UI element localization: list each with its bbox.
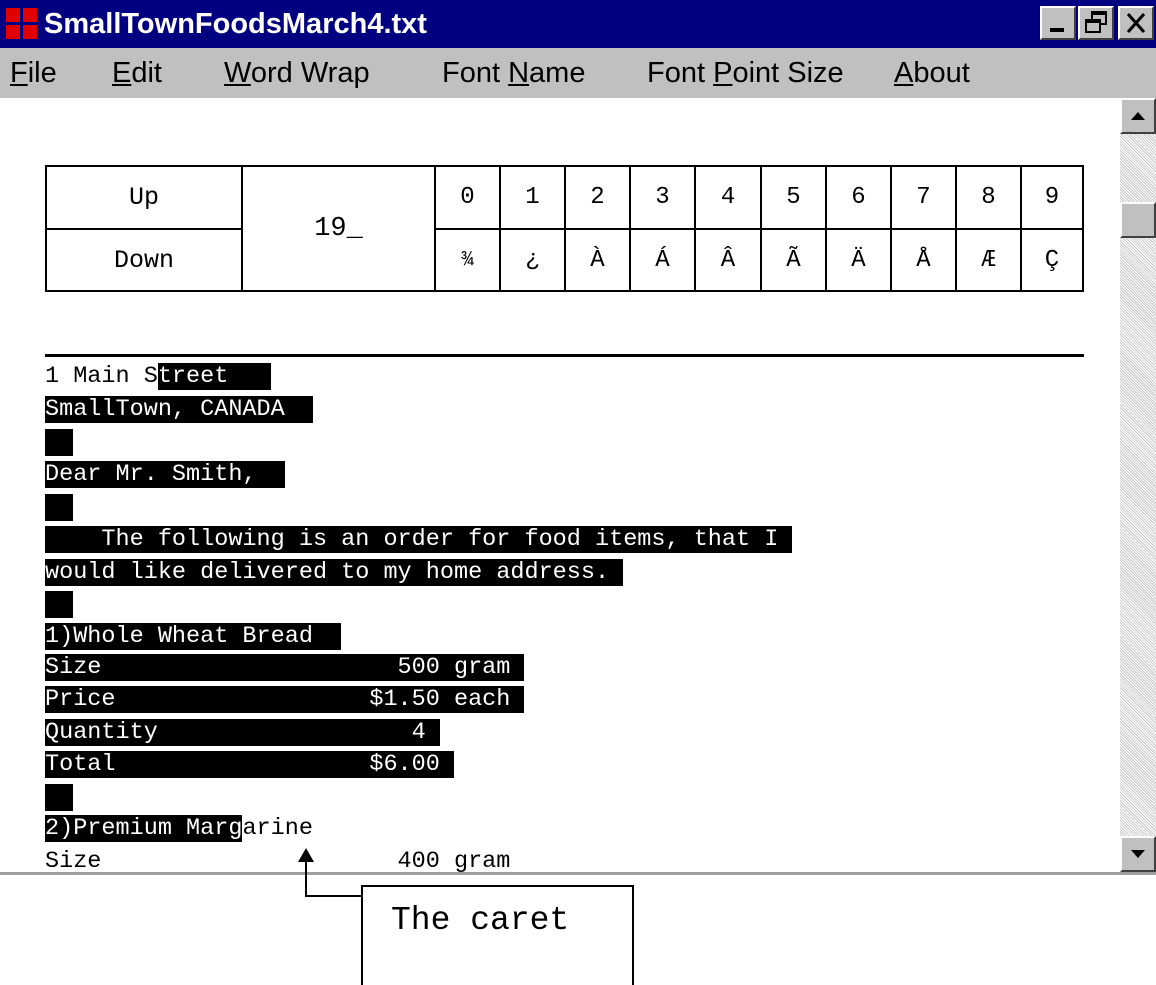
- menu-file[interactable]: File: [10, 56, 57, 90]
- keypad-table: Up Down 19_ 0 1 2 3 4 5 6 7 8 9 ¾ ¿ À Á …: [45, 165, 1084, 292]
- keypad-digit[interactable]: 7: [892, 167, 955, 228]
- keypad-char[interactable]: Ä: [827, 230, 890, 290]
- restore-icon: [1085, 11, 1107, 33]
- menu-word-wrap[interactable]: Word Wrap: [224, 56, 370, 90]
- close-button[interactable]: [1118, 6, 1154, 40]
- keypad-char[interactable]: Ç: [1022, 230, 1082, 290]
- keypad-char[interactable]: ¿: [501, 230, 564, 290]
- minimize-button[interactable]: [1040, 6, 1076, 40]
- vertical-scrollbar[interactable]: [1120, 98, 1156, 872]
- keypad-digit[interactable]: 2: [566, 167, 629, 228]
- menu-edit[interactable]: Edit: [112, 56, 162, 90]
- keypad-digit[interactable]: 8: [957, 167, 1020, 228]
- keypad-up-button[interactable]: Up: [47, 167, 241, 228]
- text-line[interactable]: SmallTown, CANADA: [45, 395, 313, 425]
- text-line[interactable]: 2)Premium Margarine: [45, 814, 313, 844]
- text-line[interactable]: Size 400 gram: [45, 847, 510, 872]
- keypad-char[interactable]: ¾: [436, 230, 499, 290]
- separator-line: [45, 354, 1084, 357]
- text-line[interactable]: Total $6.00: [45, 750, 454, 780]
- menu-bar: File Edit Word Wrap Font Name Font Point…: [0, 48, 1156, 98]
- close-icon: [1126, 13, 1146, 33]
- menu-about[interactable]: About: [894, 56, 970, 90]
- text-line[interactable]: 1)Whole Wheat Bread: [45, 622, 342, 652]
- title-bar[interactable]: SmallTownFoodsMarch4.txt: [0, 0, 1156, 48]
- text-line[interactable]: [45, 428, 74, 458]
- app-icon[interactable]: [6, 8, 38, 40]
- keypad-char[interactable]: Å: [892, 230, 955, 290]
- text-line[interactable]: [45, 590, 74, 620]
- text-line[interactable]: Quantity 4: [45, 718, 440, 748]
- keypad-char[interactable]: À: [566, 230, 629, 290]
- keypad-digit[interactable]: 9: [1022, 167, 1082, 228]
- menu-font-point-size[interactable]: Font Point Size: [647, 56, 844, 90]
- keypad-char[interactable]: Ã: [762, 230, 825, 290]
- scroll-up-button[interactable]: [1120, 98, 1156, 134]
- arrow-up-icon: [1131, 112, 1145, 120]
- keypad-down-button[interactable]: Down: [47, 230, 241, 290]
- keypad-digit[interactable]: 3: [631, 167, 694, 228]
- menu-font-name[interactable]: Font Name: [442, 56, 585, 90]
- keypad-code-entry: 19_: [314, 213, 363, 244]
- keypad-digit[interactable]: 1: [501, 167, 564, 228]
- callout-arrow: [298, 848, 362, 897]
- text-line[interactable]: The following is an order for food items…: [45, 525, 793, 555]
- keypad-char[interactable]: Æ: [957, 230, 1020, 290]
- keypad-char[interactable]: Á: [631, 230, 694, 290]
- text-line[interactable]: [45, 783, 74, 813]
- text-line[interactable]: 1 Main Street: [45, 362, 271, 392]
- caret-callout: The caret: [361, 885, 634, 985]
- keypad-char[interactable]: Â: [696, 230, 760, 290]
- window-bottom-edge: [0, 872, 1156, 875]
- keypad-digit[interactable]: 5: [762, 167, 825, 228]
- keypad-digit[interactable]: 4: [696, 167, 760, 228]
- text-line[interactable]: [45, 493, 74, 523]
- minimize-icon: [1050, 28, 1064, 32]
- scroll-thumb[interactable]: [1120, 202, 1156, 238]
- document-area[interactable]: Up Down 19_ 0 1 2 3 4 5 6 7 8 9 ¾ ¿ À Á …: [0, 98, 1120, 872]
- notepad-window: SmallTownFoodsMarch4.txt File Edit Word …: [0, 0, 1156, 872]
- text-line[interactable]: Dear Mr. Smith,: [45, 460, 285, 490]
- caret-position-text: arine: [242, 815, 313, 842]
- callout-label: The caret: [391, 902, 570, 939]
- text-line[interactable]: would like delivered to my home address.: [45, 558, 624, 588]
- window-title: SmallTownFoodsMarch4.txt: [44, 8, 427, 40]
- restore-button[interactable]: [1078, 6, 1114, 40]
- text-line[interactable]: Size 500 gram: [45, 653, 525, 683]
- keypad-digit[interactable]: 6: [827, 167, 890, 228]
- text-line[interactable]: Price $1.50 each: [45, 685, 525, 715]
- arrow-down-icon: [1131, 850, 1145, 858]
- scroll-down-button[interactable]: [1120, 836, 1156, 872]
- keypad-digit[interactable]: 0: [436, 167, 499, 228]
